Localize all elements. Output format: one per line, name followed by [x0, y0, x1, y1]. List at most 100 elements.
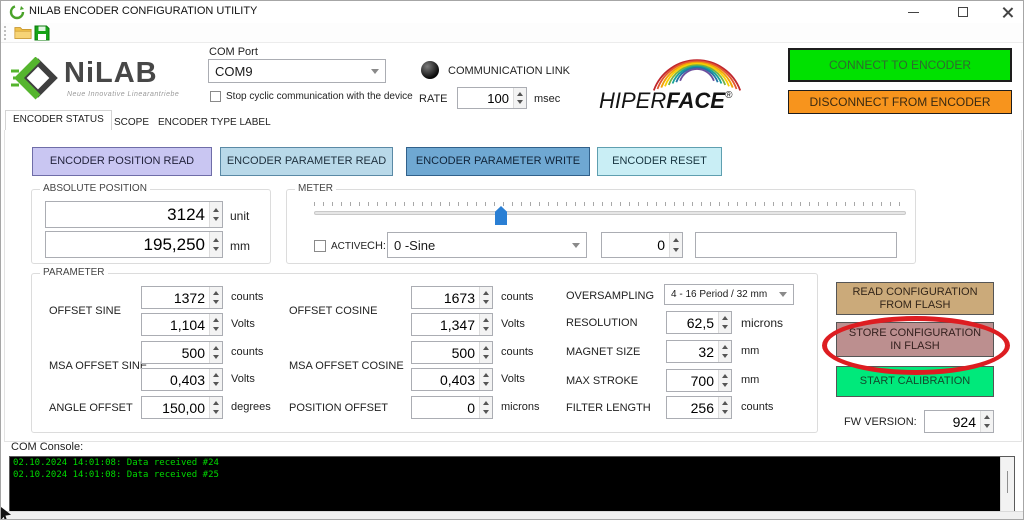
- encoder-parameter-write-button[interactable]: ENCODER PARAMETER WRITE: [406, 147, 590, 176]
- com-port-select[interactable]: COM9: [208, 59, 386, 83]
- save-file-button[interactable]: [34, 25, 50, 41]
- window-title: NILAB ENCODER CONFIGURATION UTILITY: [29, 5, 257, 17]
- position-offset-label: POSITION OFFSET: [289, 402, 388, 414]
- msa-offset-cosine-counts-spinner[interactable]: 500: [411, 341, 493, 364]
- encoder-position-read-button[interactable]: ENCODER POSITION READ: [32, 147, 212, 176]
- magnet-size-arrows[interactable]: [718, 341, 731, 362]
- app-icon: [9, 4, 25, 20]
- msa-offset-cosine-volts-spinner[interactable]: 0,403: [411, 368, 493, 391]
- nilab-logo-icon: [11, 57, 61, 103]
- msa-offset-sine-volts-value: 0,403: [142, 372, 209, 388]
- resolution-value: 62,5: [667, 315, 718, 331]
- hiperface-registered-mark: ®: [725, 90, 733, 101]
- tab-scope[interactable]: SCOPE: [107, 114, 156, 130]
- nilab-logo-tagline: Neue Innovative Linearantriebe: [67, 91, 179, 98]
- meter-channel-select[interactable]: 0 -Sine: [387, 232, 587, 258]
- fw-version-label: FW VERSION:: [844, 416, 917, 428]
- absolute-position-unit-arrows[interactable]: [209, 202, 222, 227]
- toolbar: [1, 23, 1023, 43]
- com-port-label: COM Port: [209, 46, 258, 58]
- offset-cosine-volts-spinner[interactable]: 1,347: [411, 313, 493, 336]
- offset-sine-counts-spinner[interactable]: 1372: [141, 286, 223, 309]
- hiperface-brand-light: HIPER: [599, 88, 666, 112]
- communication-link-led: [421, 61, 439, 79]
- offset-sine-counts-value: 1372: [142, 290, 209, 306]
- msa-offset-cosine-volts-arrows[interactable]: [479, 369, 492, 390]
- meter-slider-track[interactable]: [314, 211, 906, 215]
- console-line: 02.10.2024 14:01:08: Data received #25: [10, 469, 1014, 481]
- start-calibration-button[interactable]: START CALIBRATION: [836, 366, 994, 397]
- max-stroke-spinner[interactable]: 700: [666, 369, 732, 392]
- meter-value-spinner[interactable]: 0: [601, 232, 683, 258]
- offset-sine-volts-arrows[interactable]: [209, 314, 222, 335]
- offset-cosine-volts-unit: Volts: [501, 318, 525, 330]
- fw-version-value: 924: [925, 414, 980, 430]
- rate-spinner[interactable]: 100: [457, 87, 527, 109]
- msa-offset-sine-volts-unit: Volts: [231, 373, 255, 385]
- msa-offset-cosine-label: MSA OFFSET COSINE: [289, 360, 404, 372]
- offset-sine-volts-spinner[interactable]: 1,104: [141, 313, 223, 336]
- msa-offset-sine-volts-arrows[interactable]: [209, 369, 222, 390]
- com-console[interactable]: 02.10.2024 14:01:08: Data received #24 0…: [9, 456, 1015, 513]
- rate-value: 100: [458, 91, 513, 106]
- angle-offset-arrows[interactable]: [209, 397, 222, 418]
- oversampling-label: OVERSAMPLING: [566, 290, 654, 302]
- stop-cyclic-checkbox[interactable]: [210, 91, 221, 102]
- tab-encoder-type-label[interactable]: ENCODER TYPE LABEL: [151, 114, 278, 130]
- open-file-button[interactable]: [14, 25, 32, 41]
- fw-version-spinner[interactable]: 924: [924, 410, 994, 433]
- read-configuration-from-flash-button[interactable]: READ CONFIGURATION FROM FLASH: [836, 282, 994, 315]
- hiperface-logo: HIPERFACE®: [597, 46, 787, 112]
- angle-offset-spinner[interactable]: 150,00: [141, 396, 223, 419]
- filter-length-arrows[interactable]: [718, 397, 731, 418]
- connect-to-encoder-button[interactable]: CONNECT TO ENCODER: [788, 48, 1012, 82]
- msa-offset-sine-counts-value: 500: [142, 345, 209, 361]
- resolution-spinner[interactable]: 62,5: [666, 311, 732, 334]
- console-scrollbar[interactable]: [1000, 457, 1014, 512]
- encoder-reset-button[interactable]: ENCODER RESET: [597, 147, 722, 176]
- toolbar-grip: [4, 26, 6, 40]
- oversampling-value: 4 - 16 Period / 32 mm: [671, 289, 767, 300]
- msa-offset-cosine-counts-arrows[interactable]: [479, 342, 492, 363]
- msa-offset-sine-counts-spinner[interactable]: 500: [141, 341, 223, 364]
- store-configuration-in-flash-button[interactable]: STORE CONFIGURATION IN FLASH: [836, 322, 994, 357]
- magnet-size-spinner[interactable]: 32: [666, 340, 732, 363]
- maximize-button[interactable]: [948, 3, 978, 21]
- msa-offset-sine-counts-arrows[interactable]: [209, 342, 222, 363]
- offset-cosine-counts-arrows[interactable]: [479, 287, 492, 308]
- meter-value-arrows[interactable]: [669, 233, 682, 257]
- parameter-title: PARAMETER: [40, 267, 108, 278]
- encoder-parameter-read-button[interactable]: ENCODER PARAMETER READ: [220, 147, 393, 176]
- fw-version-arrows[interactable]: [980, 411, 993, 432]
- minimize-button[interactable]: [898, 3, 928, 21]
- console-scrollbar-thumb[interactable]: [1007, 471, 1008, 493]
- filter-length-spinner[interactable]: 256: [666, 396, 732, 419]
- msa-offset-sine-volts-spinner[interactable]: 0,403: [141, 368, 223, 391]
- tab-encoder-status[interactable]: ENCODER STATUS: [5, 110, 112, 130]
- absolute-position-mm-spinner[interactable]: 195,250: [45, 231, 223, 258]
- absolute-position-mm-label: mm: [230, 239, 250, 253]
- close-button[interactable]: [992, 3, 1022, 21]
- magnet-size-unit: mm: [741, 345, 759, 357]
- disconnect-from-encoder-button[interactable]: DISCONNECT FROM ENCODER: [788, 90, 1012, 114]
- max-stroke-arrows[interactable]: [718, 370, 731, 391]
- rate-spinner-arrows[interactable]: [513, 88, 526, 108]
- offset-cosine-counts-value: 1673: [412, 290, 479, 306]
- meter-active-checkbox[interactable]: [314, 240, 326, 252]
- absolute-position-unit-spinner[interactable]: 3124: [45, 201, 223, 228]
- magnet-size-value: 32: [667, 344, 718, 360]
- meter-extra-field[interactable]: [695, 232, 897, 258]
- oversampling-select[interactable]: 4 - 16 Period / 32 mm: [664, 284, 794, 305]
- offset-sine-counts-arrows[interactable]: [209, 287, 222, 308]
- max-stroke-label: MAX STROKE: [566, 375, 638, 387]
- filter-length-label: FILTER LENGTH: [566, 402, 651, 414]
- resolution-arrows[interactable]: [718, 312, 731, 333]
- console-line: 02.10.2024 14:01:08: Data received #24: [10, 457, 1014, 469]
- offset-cosine-counts-spinner[interactable]: 1673: [411, 286, 493, 309]
- position-offset-spinner[interactable]: 0: [411, 396, 493, 419]
- absolute-position-mm-arrows[interactable]: [209, 232, 222, 257]
- position-offset-arrows[interactable]: [479, 397, 492, 418]
- com-port-value: COM9: [215, 64, 253, 79]
- rate-unit-label: msec: [534, 93, 560, 105]
- offset-cosine-volts-arrows[interactable]: [479, 314, 492, 335]
